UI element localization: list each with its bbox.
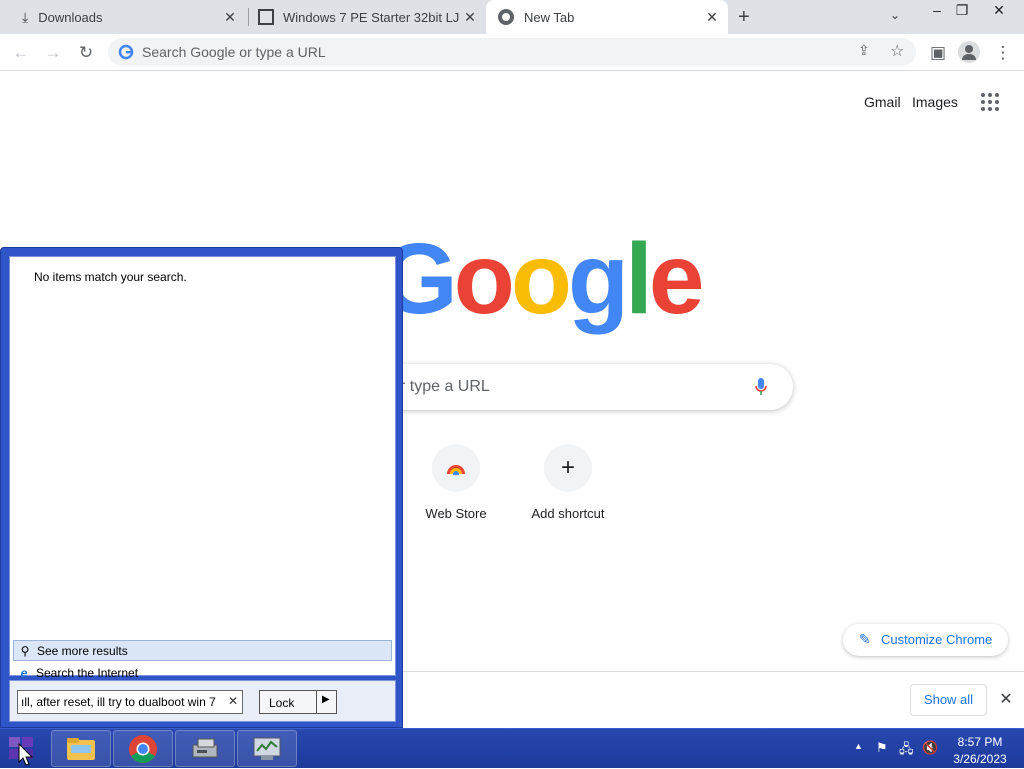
web-store-icon (432, 444, 480, 492)
bookmark-star-icon[interactable]: ☆ (890, 41, 904, 61)
start-search-input[interactable]: ıll, after reset, ill try to dualboot wi… (17, 690, 243, 714)
chrome-icon (129, 734, 157, 763)
pencil-icon: ✎ (859, 631, 871, 647)
system-tray: ▲ ⚑ 🖧 🔇 8:57 PM 3/26/2023 (848, 729, 1024, 769)
images-link[interactable]: Images (912, 94, 958, 110)
show-hidden-icons-icon[interactable]: ▲ (854, 741, 863, 751)
chrome-icon (498, 9, 514, 25)
close-downloads-bar-icon[interactable]: ✕ (996, 690, 1016, 710)
gmail-link[interactable]: Gmail (864, 94, 901, 110)
shortcut-web-store[interactable]: Web Store (400, 444, 512, 521)
split-divider (316, 691, 317, 713)
see-more-results-label: See more results (37, 643, 128, 658)
show-all-button[interactable]: Show all (910, 684, 987, 716)
tab-separator (248, 8, 249, 26)
start-menu-bottom-bar: ıll, after reset, ill try to dualboot wi… (9, 680, 396, 722)
start-search-value: ıll, after reset, ill try to dualboot wi… (21, 695, 216, 709)
shortcut-label: Add shortcut (531, 506, 605, 521)
tab-downloads[interactable]: ⤓ Downloads ✕ (8, 0, 246, 34)
tab-new-tab[interactable]: New Tab ✕ (486, 0, 728, 34)
menu-kebab-icon[interactable]: ⋮ (990, 40, 1016, 66)
tab-title: New Tab (524, 9, 575, 25)
browser-toolbar: ← → ↻ Search Google or type a URL ⇪ ☆ ▣ … (0, 34, 1024, 71)
close-window-button[interactable]: ✕ (982, 0, 1016, 22)
close-tab-icon[interactable]: ✕ (704, 9, 720, 25)
power-options-arrow-icon[interactable]: ▶ (322, 694, 330, 705)
new-tab-button[interactable]: + (738, 6, 750, 29)
magnifier-icon: ⚲ (20, 643, 30, 658)
taskbar-explorer[interactable] (51, 730, 111, 767)
close-tab-icon[interactable]: ✕ (222, 9, 238, 25)
customize-label: Customize Chrome (881, 632, 993, 647)
search-results-pane: No items match your search. ⚲ See more r… (9, 256, 396, 680)
reload-icon[interactable]: ↻ (73, 40, 99, 66)
download-icon: ⤓ (22, 8, 29, 25)
volume-muted-icon[interactable]: 🔇 (922, 740, 938, 756)
tab-strip: ⤓ Downloads ✕ Windows 7 PE Starter 32bit… (0, 0, 1024, 34)
tab-title: Windows 7 PE Starter 32bit LJUBI (283, 9, 459, 25)
shortcut-label: Web Store (425, 506, 487, 521)
tab-windows7pe[interactable]: Windows 7 PE Starter 32bit LJUBI ✕ (250, 0, 486, 34)
omnibox-placeholder: Search Google or type a URL (142, 44, 326, 60)
profile-avatar-icon[interactable] (958, 41, 980, 63)
back-arrow-icon[interactable]: ← (8, 40, 34, 66)
task-manager-icon (253, 737, 281, 760)
side-panel-icon[interactable]: ▣ (925, 40, 951, 66)
close-tab-icon[interactable]: ✕ (462, 9, 478, 25)
clock-date[interactable]: 3/26/2023 (940, 752, 1020, 766)
omnibox[interactable]: Search Google or type a URL ⇪ ☆ (108, 38, 916, 66)
start-menu: No items match your search. ⚲ See more r… (0, 247, 403, 728)
start-button[interactable] (4, 733, 44, 766)
plus-icon: + (544, 444, 592, 492)
tab-title: Downloads (38, 9, 103, 25)
see-more-results-item[interactable]: ⚲ See more results (13, 640, 392, 661)
clock-time[interactable]: 8:57 PM (940, 735, 1020, 749)
network-icon[interactable]: 🖧 (899, 740, 914, 762)
lock-button[interactable]: Lock ▶ (259, 690, 337, 714)
explorer-icon (67, 737, 95, 760)
archive-icon (258, 9, 274, 25)
google-logo: Google (380, 223, 704, 335)
google-g-icon (118, 44, 134, 60)
restore-button[interactable]: ❐ (945, 0, 979, 22)
taskbar: ▲ ⚑ 🖧 🔇 8:57 PM 3/26/2023 (0, 728, 1024, 768)
clear-search-icon[interactable]: ✕ (228, 694, 238, 708)
share-icon[interactable]: ⇪ (858, 42, 870, 59)
tab-search-chevron-down-icon[interactable]: ⌄ (890, 8, 900, 22)
shortcut-add[interactable]: + Add shortcut (512, 444, 624, 521)
lock-label: Lock (269, 696, 295, 710)
internet-explorer-icon: e (20, 665, 28, 680)
mouse-cursor-icon (18, 743, 34, 766)
action-center-flag-icon[interactable]: ⚑ (876, 740, 888, 756)
microphone-icon[interactable] (754, 377, 768, 397)
taskbar-chrome[interactable] (113, 730, 173, 767)
customize-chrome-button[interactable]: ✎ Customize Chrome (843, 624, 1008, 656)
ntp-search-box[interactable]: r type a URL (360, 364, 793, 410)
taskbar-task-manager[interactable] (237, 730, 297, 767)
taskbar-removable-drive[interactable] (175, 730, 235, 767)
search-internet-label: Search the Internet (36, 665, 139, 680)
no-results-text: No items match your search. (34, 270, 187, 284)
forward-arrow-icon[interactable]: → (40, 40, 66, 66)
google-apps-icon[interactable] (981, 93, 999, 111)
removable-drive-icon (192, 738, 218, 757)
